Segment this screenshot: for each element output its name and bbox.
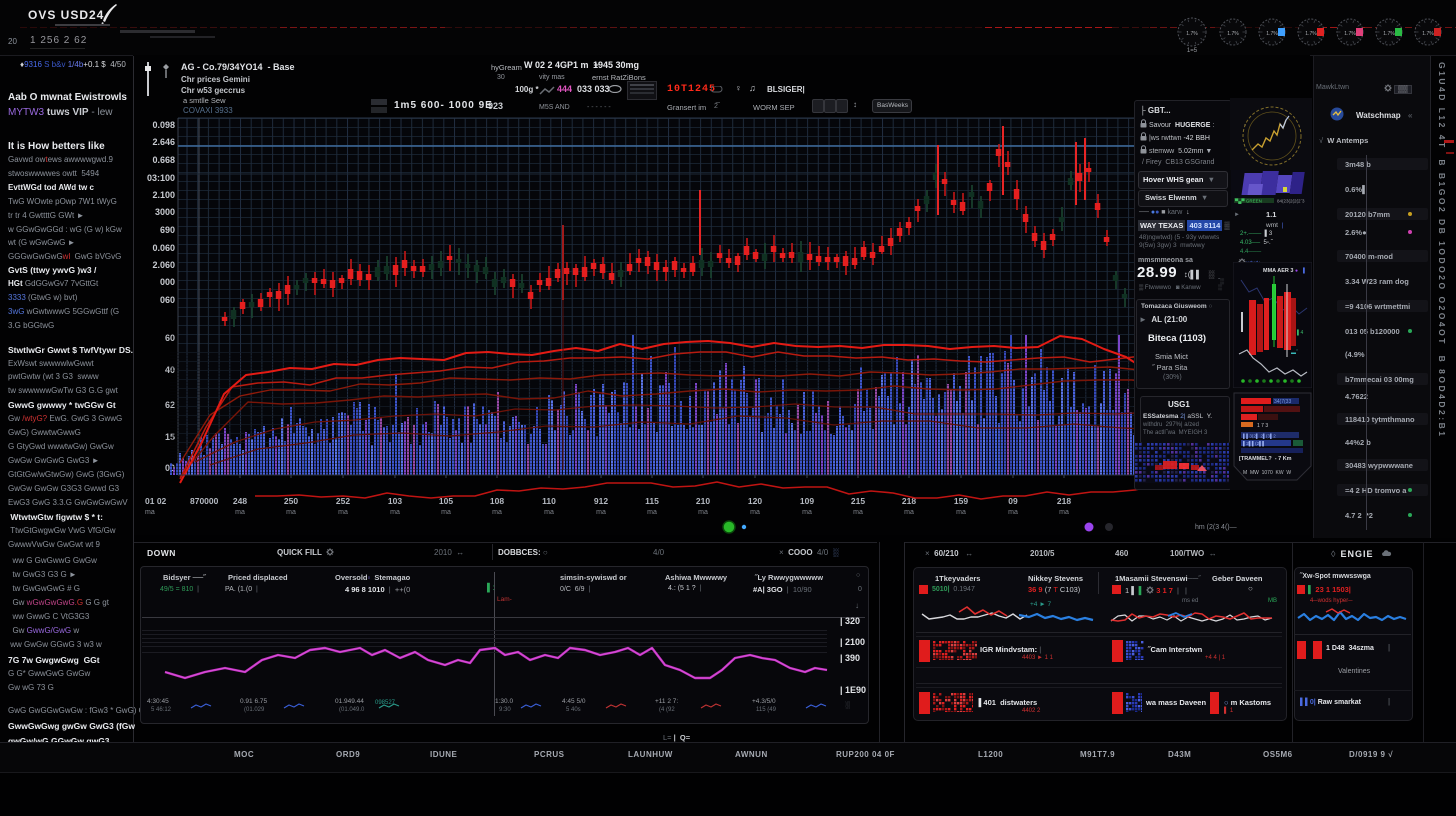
- svg-text:*: *: [1244, 124, 1246, 130]
- svg-text:hm (2(3 4()—: hm (2(3 4()—: [1195, 524, 1237, 531]
- svg-text:ma: ma: [441, 509, 451, 516]
- svg-text:ma: ma: [596, 509, 606, 516]
- svg-text:ma: ma: [235, 509, 245, 516]
- svg-text:1.7%: 1.7%: [1266, 31, 1278, 37]
- svg-text:218: 218: [1057, 496, 1071, 506]
- svg-text:60: 60: [165, 333, 175, 343]
- svg-text:870000: 870000: [190, 496, 219, 506]
- svg-text:210: 210: [696, 496, 710, 506]
- svg-text:ma: ma: [647, 509, 657, 516]
- svg-text:103: 103: [388, 496, 402, 506]
- svg-text:250: 250: [284, 496, 298, 506]
- svg-text:ma: ma: [853, 509, 863, 516]
- svg-text:120: 120: [748, 496, 762, 506]
- svg-text:▌4: ▌4: [1297, 329, 1304, 336]
- svg-text:ma: ma: [750, 509, 760, 516]
- svg-text:2.060: 2.060: [152, 260, 175, 270]
- svg-text:115: 115: [645, 496, 659, 506]
- svg-text:1.7%: 1.7%: [1422, 31, 1434, 37]
- svg-text:ma: ma: [390, 509, 400, 516]
- svg-text:ma: ma: [802, 509, 812, 516]
- svg-text:ma: ma: [338, 509, 348, 516]
- svg-text:M MW 1070 KW W: M MW 1070 KW W: [1243, 470, 1291, 476]
- svg-text:0.668: 0.668: [152, 155, 175, 165]
- svg-text:1=5: 1=5: [1187, 48, 1198, 54]
- svg-text:ma: ma: [544, 509, 554, 516]
- svg-text:1.7%: 1.7%: [1344, 31, 1356, 37]
- svg-text:ma: ma: [956, 509, 966, 516]
- svg-text:0.098: 0.098: [152, 120, 175, 130]
- svg-text:000: 000: [160, 277, 175, 287]
- svg-text:34(7(33: 34(7(33: [1274, 399, 1291, 405]
- svg-text:●: ●: [1295, 268, 1298, 274]
- svg-text:ma: ma: [904, 509, 914, 516]
- svg-text:060: 060: [160, 295, 175, 305]
- svg-text:ma: ma: [145, 509, 155, 516]
- svg-text:ma: ma: [1008, 509, 1018, 516]
- svg-text:215: 215: [851, 496, 865, 506]
- svg-text:09: 09: [1008, 496, 1018, 506]
- svg-text:01 02: 01 02: [145, 496, 167, 506]
- svg-text:0.060: 0.060: [152, 243, 175, 253]
- svg-text:▬˝: ▬˝: [1291, 350, 1298, 356]
- svg-text:159: 159: [954, 496, 968, 506]
- svg-text:110: 110: [542, 496, 556, 506]
- svg-text:1 7 3: 1 7 3: [1257, 423, 1268, 429]
- svg-text:2.100: 2.100: [152, 190, 175, 200]
- svg-text:1.7%: 1.7%: [1227, 31, 1239, 37]
- svg-text:3000: 3000: [155, 207, 175, 217]
- svg-text:▌: ▌: [1303, 267, 1307, 274]
- svg-text:▌▌3(2▌ 2▌(3▌2: ▌▌3(2▌ 2▌(3▌2: [1243, 433, 1276, 440]
- svg-text:▌2▌▌(2▌▌: ▌2▌▌(2▌▌: [1243, 440, 1265, 447]
- svg-text:ma: ma: [1059, 509, 1069, 516]
- svg-text:109: 109: [800, 496, 814, 506]
- svg-text:1.7%: 1.7%: [1383, 31, 1395, 37]
- svg-text:108: 108: [490, 496, 504, 506]
- svg-text:[TRAMMEL? - 7 Km: [TRAMMEL? - 7 Km: [1239, 456, 1292, 462]
- svg-text:03:100: 03:100: [147, 173, 175, 183]
- svg-text:84(23(2(2(2˝3: 84(23(2(2(2˝3: [1277, 199, 1305, 204]
- svg-text:MMA AER 3: MMA AER 3: [1263, 268, 1293, 274]
- svg-text:690: 690: [160, 225, 175, 235]
- svg-text:▀▄▀ GREEN: ▀▄▀ GREEN: [1235, 198, 1262, 205]
- svg-text:2.646: 2.646: [152, 137, 175, 147]
- svg-text:252: 252: [336, 496, 350, 506]
- svg-text:ma: ma: [698, 509, 708, 516]
- svg-text:ma: ma: [492, 509, 502, 516]
- svg-text:912: 912: [594, 496, 608, 506]
- svg-text:1.7%: 1.7%: [1186, 31, 1198, 37]
- svg-text:248: 248: [233, 496, 247, 506]
- svg-text:1.7%: 1.7%: [1305, 31, 1317, 37]
- svg-text:ma: ma: [286, 509, 296, 516]
